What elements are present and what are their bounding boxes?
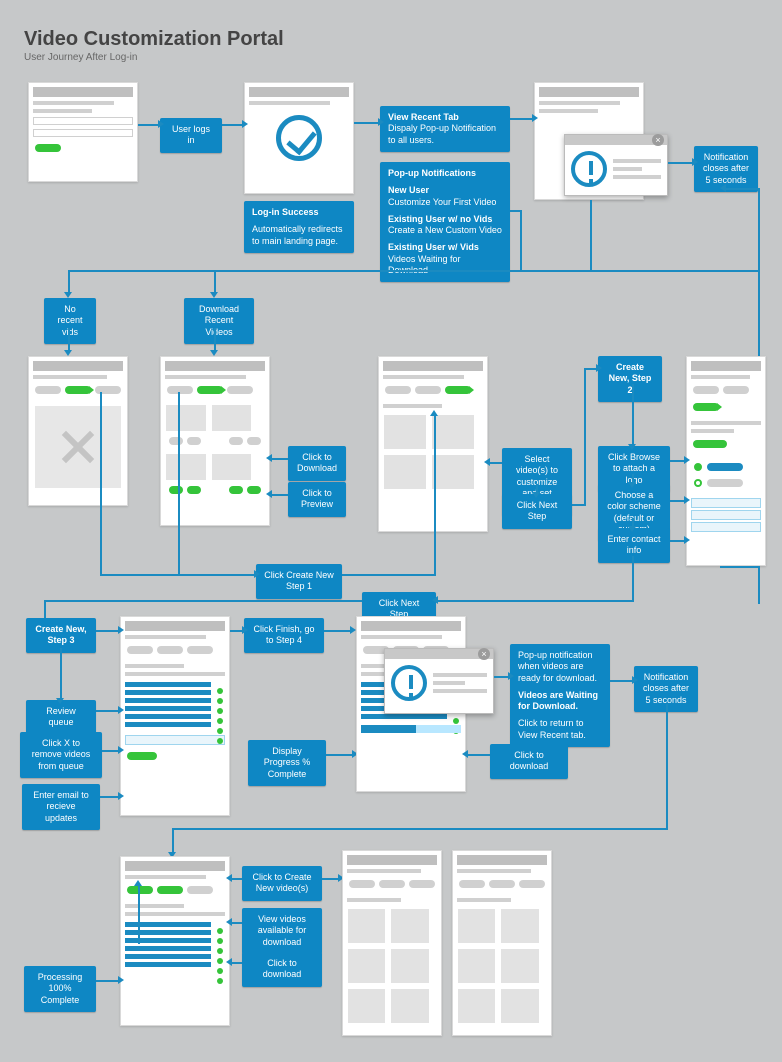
call-review-queue: Review queue: [26, 700, 96, 735]
label: Click to Download: [297, 452, 337, 473]
label: Automatically redirects to main landing …: [252, 224, 346, 247]
label: Click to Create New video(s): [252, 872, 311, 893]
label: Existing User w/ no Vids: [388, 214, 492, 224]
call-enter-email: Enter email to recieve updates: [22, 784, 100, 830]
label: Enter email to recieve updates: [33, 790, 89, 823]
label: Review queue: [46, 706, 76, 727]
wf-gallery-1: [342, 850, 442, 1036]
label: User logs in: [172, 124, 210, 145]
radio-icon[interactable]: [694, 463, 702, 471]
call-popup-notifications: Pop-up Notifications New User Customize Y…: [380, 162, 510, 282]
label: Customize Your First Video: [388, 197, 496, 207]
remove-dot-icon[interactable]: [217, 688, 223, 694]
call-click-to-download: Click to download: [490, 744, 568, 779]
wf-select-videos: [378, 356, 488, 532]
remove-dot-icon[interactable]: [217, 718, 223, 724]
label: Click to download: [510, 750, 549, 771]
label: Notification closes after 5 seconds: [703, 152, 749, 185]
alert-icon: [571, 151, 607, 187]
label: Pop-up notification when videos are read…: [518, 650, 602, 684]
close-icon[interactable]: ×: [478, 648, 490, 660]
wf-step2-form: [686, 356, 766, 566]
label: New User: [388, 185, 429, 195]
call-login-success: Log-in Success Automatically redirects t…: [244, 201, 354, 253]
remove-dot-icon[interactable]: [217, 738, 223, 744]
wf-step3-queue: [120, 616, 230, 816]
remove-dot-icon[interactable]: [217, 698, 223, 704]
call-click-preview: Click to Preview: [288, 482, 346, 517]
label: View videos available for download: [258, 914, 307, 947]
call-download-recent: Download Recent Videos: [184, 298, 254, 344]
label: Log-in Success: [252, 207, 319, 217]
call-display-progress: Display Progress % Complete: [248, 740, 326, 786]
call-create-new-step2: Create New, Step 2: [598, 356, 662, 402]
placeholder-x-icon: [35, 406, 121, 488]
call-view-recent: View Recent Tab Dispaly Pop-up Notificat…: [380, 106, 510, 152]
call-click-x-remove: Click X to remove videos from queue: [20, 732, 102, 778]
page-title: Video Customization Portal: [24, 28, 284, 51]
label: Click Next Step: [517, 500, 558, 521]
call-click-create-new-videos: Click to Create New video(s): [242, 866, 322, 901]
label: Processing 100% Complete: [38, 972, 83, 1005]
popup-notif: ×: [564, 134, 668, 196]
label: Click Create New Step 1: [264, 570, 334, 591]
flow-canvas: Video Customization Portal User Journey …: [0, 0, 782, 1062]
label: Dispaly Pop-up Notification to all users…: [388, 123, 502, 146]
label: Create a New Custom Video: [388, 225, 502, 235]
popup-videos-ready: ×: [384, 648, 494, 714]
call-click-to-download-2: Click to download: [242, 952, 322, 987]
remove-dot-icon[interactable]: [217, 728, 223, 734]
call-click-finish: Click Finish, go to Step 4: [244, 618, 324, 653]
wf-login-success: [244, 82, 354, 194]
label: Notification closes after 5 seconds: [643, 672, 689, 705]
alert-icon: [391, 665, 427, 701]
label: Click X to remove videos from queue: [32, 738, 91, 771]
wf-login: [28, 82, 138, 182]
remove-dot-icon[interactable]: [217, 708, 223, 714]
label: Download Recent Videos: [199, 304, 239, 337]
call-notif-closes: Notification closes after 5 seconds: [694, 146, 758, 192]
label: Click to Preview: [301, 488, 333, 509]
call-view-videos-available: View videos available for download: [242, 908, 322, 954]
page-subtitle: User Journey After Log-in: [24, 52, 137, 63]
wf-gallery-2: [452, 850, 552, 1036]
checkmark-icon: [276, 115, 322, 161]
label: Existing User w/ Vids: [388, 242, 479, 252]
label: View Recent Tab: [388, 112, 459, 122]
label: Click to return to View Recent tab.: [518, 718, 602, 741]
radio-icon[interactable]: [694, 479, 702, 487]
label: Pop-up Notifications: [388, 168, 476, 178]
call-user-logs-in: User logs in: [160, 118, 222, 153]
label: Create New, Step 2: [609, 362, 652, 395]
call-no-recent-vids: No recent vids: [44, 298, 96, 344]
call-click-create-new-step1: Click Create New Step 1: [256, 564, 342, 599]
label: Enter contact info: [607, 534, 660, 555]
wf-no-recent: [28, 356, 128, 506]
label: Click Finish, go to Step 4: [253, 624, 314, 645]
label: Click to download: [263, 958, 302, 979]
wf-download-recent: [160, 356, 270, 526]
label: Create New, Step 3: [35, 624, 86, 645]
call-click-next-step-1: Click Next Step: [502, 494, 572, 529]
close-icon[interactable]: ×: [652, 134, 664, 146]
call-enter-contact: Enter contact info: [598, 528, 670, 563]
label: Display Progress % Complete: [264, 746, 311, 779]
label: Videos are Waiting for Download.: [518, 690, 598, 711]
call-processing-complete: Processing 100% Complete: [24, 966, 96, 1012]
call-videos-waiting: Pop-up notification when videos are read…: [510, 644, 610, 747]
call-click-download: Click to Download: [288, 446, 346, 481]
